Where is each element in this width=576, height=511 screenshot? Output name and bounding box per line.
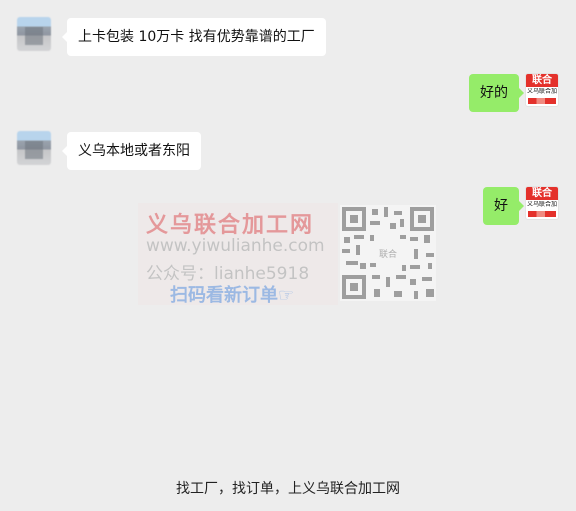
message-bubble-outgoing[interactable]: 好 <box>483 187 524 225</box>
watermark-url: www.yiwulianhe.com <box>146 236 325 256</box>
message-text: 好的 <box>480 85 508 101</box>
brand-logo-text: 联合 <box>526 187 558 200</box>
chat-area: 上卡包装 10万卡 找有优势靠谱的工厂 好的 联合 义乌联合加工网 义乌本地或者… <box>0 0 576 511</box>
brand-logo-text: 联合 <box>526 74 558 87</box>
message-text: 义乌本地或者东阳 <box>78 143 190 159</box>
message-text: 上卡包装 10万卡 找有优势靠谱的工厂 <box>78 29 315 45</box>
contact-avatar[interactable] <box>17 131 51 165</box>
message-bubble-outgoing[interactable]: 好的 <box>469 74 524 112</box>
message-bubble-incoming[interactable]: 义乌本地或者东阳 <box>62 132 201 170</box>
brand-logo-subtitle: 义乌联合加工网 <box>527 201 557 208</box>
watermark-name: 义乌联合加工网 <box>146 212 315 238</box>
message-bubble-incoming[interactable]: 上卡包装 10万卡 找有优势靠谱的工厂 <box>62 18 326 56</box>
my-avatar[interactable]: 联合 义乌联合加工网 <box>525 73 559 107</box>
message-text: 好 <box>494 198 508 214</box>
my-avatar[interactable]: 联合 义乌联合加工网 <box>525 186 559 220</box>
qr-code-icon: 联合 <box>340 205 436 301</box>
brand-logo-subtitle: 义乌联合加工网 <box>527 88 557 95</box>
watermark: 义乌联合加工网 www.yiwulianhe.com 公众号：lianhe591… <box>138 203 438 306</box>
footer-slogan: 找工厂，找订单，上义乌联合加工网 <box>176 481 400 497</box>
qr-center-label: 联合 <box>379 248 397 260</box>
contact-avatar[interactable] <box>17 17 51 51</box>
brand-logo-stripe <box>528 211 556 217</box>
brand-logo-stripe <box>528 98 556 104</box>
watermark-cta: 扫码看新订单☞ <box>170 285 295 306</box>
